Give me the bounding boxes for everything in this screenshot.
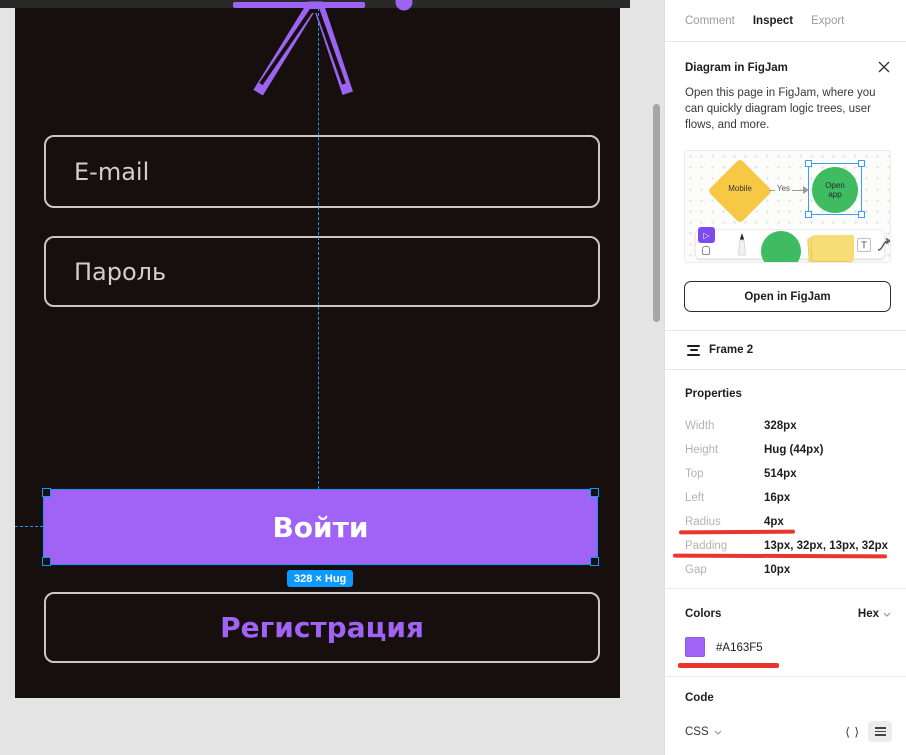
register-button-label: Регистрация bbox=[220, 611, 424, 644]
colors-heading: Colors bbox=[685, 608, 721, 620]
tab-comment[interactable]: Comment bbox=[685, 15, 735, 27]
diamond-label: Mobile bbox=[707, 184, 773, 193]
canvas-scrollbar[interactable] bbox=[653, 104, 660, 322]
selection-handle-top-left[interactable] bbox=[42, 488, 51, 497]
figjam-toolbar: ▷ T bbox=[695, 229, 885, 259]
selection-handle-bottom-left[interactable] bbox=[42, 557, 51, 566]
open-in-figjam-button[interactable]: Open in FigJam bbox=[684, 281, 891, 312]
tab-inspect[interactable]: Inspect bbox=[753, 15, 793, 27]
email-input[interactable]: E-mail bbox=[44, 135, 600, 208]
property-value[interactable]: 16px bbox=[764, 492, 790, 504]
password-input[interactable]: Пароль bbox=[44, 236, 600, 307]
chevron-down-icon bbox=[714, 730, 722, 735]
register-button[interactable]: Регистрация bbox=[44, 592, 600, 663]
logo-icon bbox=[230, 0, 420, 95]
edge-label: Yes bbox=[775, 184, 792, 193]
selection-box bbox=[808, 163, 862, 215]
property-label: Gap bbox=[685, 564, 707, 576]
property-value[interactable]: 13px, 32px, 13px, 32px bbox=[764, 540, 888, 552]
property-label: Padding bbox=[685, 540, 727, 552]
selection-handle-top-right[interactable] bbox=[590, 488, 599, 497]
panel-tabs: Comment Inspect Export bbox=[685, 0, 844, 41]
design-canvas[interactable]: E-mail Пароль Войти 328 × Hug Регистраци… bbox=[0, 0, 664, 755]
property-row-height: Height Hug (44px) bbox=[665, 444, 906, 460]
property-label: Height bbox=[685, 444, 718, 456]
divider bbox=[665, 369, 906, 370]
tab-export[interactable]: Export bbox=[811, 15, 844, 27]
property-row-gap: Gap 10px bbox=[665, 564, 906, 580]
color-swatch[interactable] bbox=[685, 637, 705, 657]
property-value[interactable]: 514px bbox=[764, 468, 797, 480]
property-value[interactable]: Hug (44px) bbox=[764, 444, 823, 456]
code-heading: Code bbox=[685, 692, 714, 704]
selection-handle-bottom-right[interactable] bbox=[590, 557, 599, 566]
divider bbox=[665, 41, 906, 42]
text-tool-icon: T bbox=[857, 238, 871, 252]
email-placeholder: E-mail bbox=[74, 158, 149, 186]
property-row-top: Top 514px bbox=[665, 468, 906, 484]
chevron-down-icon bbox=[883, 612, 891, 617]
property-value[interactable]: 4px bbox=[764, 516, 784, 528]
divider bbox=[665, 676, 906, 677]
alignment-guide-horizontal bbox=[15, 526, 43, 527]
login-button-label: Войти bbox=[272, 511, 368, 544]
color-format-label: Hex bbox=[858, 608, 879, 620]
property-value[interactable]: 10px bbox=[764, 564, 790, 576]
annotation-underline-color bbox=[678, 663, 779, 668]
code-options-button[interactable] bbox=[868, 721, 892, 742]
figjam-preview-image: Mobile Yes Open app ▷ bbox=[684, 150, 891, 263]
property-label: Top bbox=[685, 468, 704, 480]
code-language-dropdown[interactable]: CSS bbox=[685, 726, 722, 738]
figjam-card-description: Open this page in FigJam, where you can … bbox=[685, 85, 897, 133]
size-badge: 328 × Hug bbox=[287, 570, 353, 587]
properties-heading: Properties bbox=[685, 388, 742, 400]
annotation-underline-padding bbox=[673, 554, 887, 559]
auto-layout-icon bbox=[687, 345, 700, 356]
property-label: Radius bbox=[685, 516, 721, 528]
close-icon[interactable] bbox=[877, 60, 891, 74]
color-format-dropdown[interactable]: Hex bbox=[858, 608, 891, 620]
sticky-note-icon bbox=[812, 235, 854, 261]
login-button[interactable]: Войти bbox=[43, 489, 598, 565]
color-hex-value[interactable]: #A163F5 bbox=[716, 642, 763, 654]
shape-tool-icon bbox=[761, 231, 801, 263]
inspect-panel: Comment Inspect Export Diagram in FigJam… bbox=[664, 0, 906, 755]
selected-layer-row[interactable]: Frame 2 bbox=[665, 331, 906, 369]
selection-handle bbox=[858, 160, 865, 167]
selection-handle bbox=[805, 160, 812, 167]
code-brackets-icon[interactable]: ⟨ ⟩ bbox=[845, 725, 860, 739]
cursor-tool-icon: ▷ bbox=[698, 227, 715, 243]
selection-handle bbox=[858, 211, 865, 218]
figjam-card-title: Diagram in FigJam bbox=[685, 62, 788, 74]
alignment-guide-vertical bbox=[318, 8, 319, 489]
property-label: Width bbox=[685, 420, 714, 432]
figma-inspect-view: E-mail Пароль Войти 328 × Hug Регистраци… bbox=[0, 0, 906, 755]
connector-tool-icon bbox=[876, 238, 891, 253]
property-row-left: Left 16px bbox=[665, 492, 906, 508]
pen-tool-icon bbox=[736, 233, 748, 257]
property-label: Left bbox=[685, 492, 704, 504]
property-value[interactable]: 328px bbox=[764, 420, 797, 432]
layer-name: Frame 2 bbox=[709, 344, 753, 356]
divider bbox=[665, 588, 906, 589]
selection-handle bbox=[805, 211, 812, 218]
annotation-underline-radius bbox=[679, 530, 795, 535]
code-language-label: CSS bbox=[685, 726, 709, 738]
password-placeholder: Пароль bbox=[74, 258, 166, 286]
hand-tool-icon bbox=[702, 246, 710, 255]
property-row-width: Width 328px bbox=[665, 420, 906, 436]
